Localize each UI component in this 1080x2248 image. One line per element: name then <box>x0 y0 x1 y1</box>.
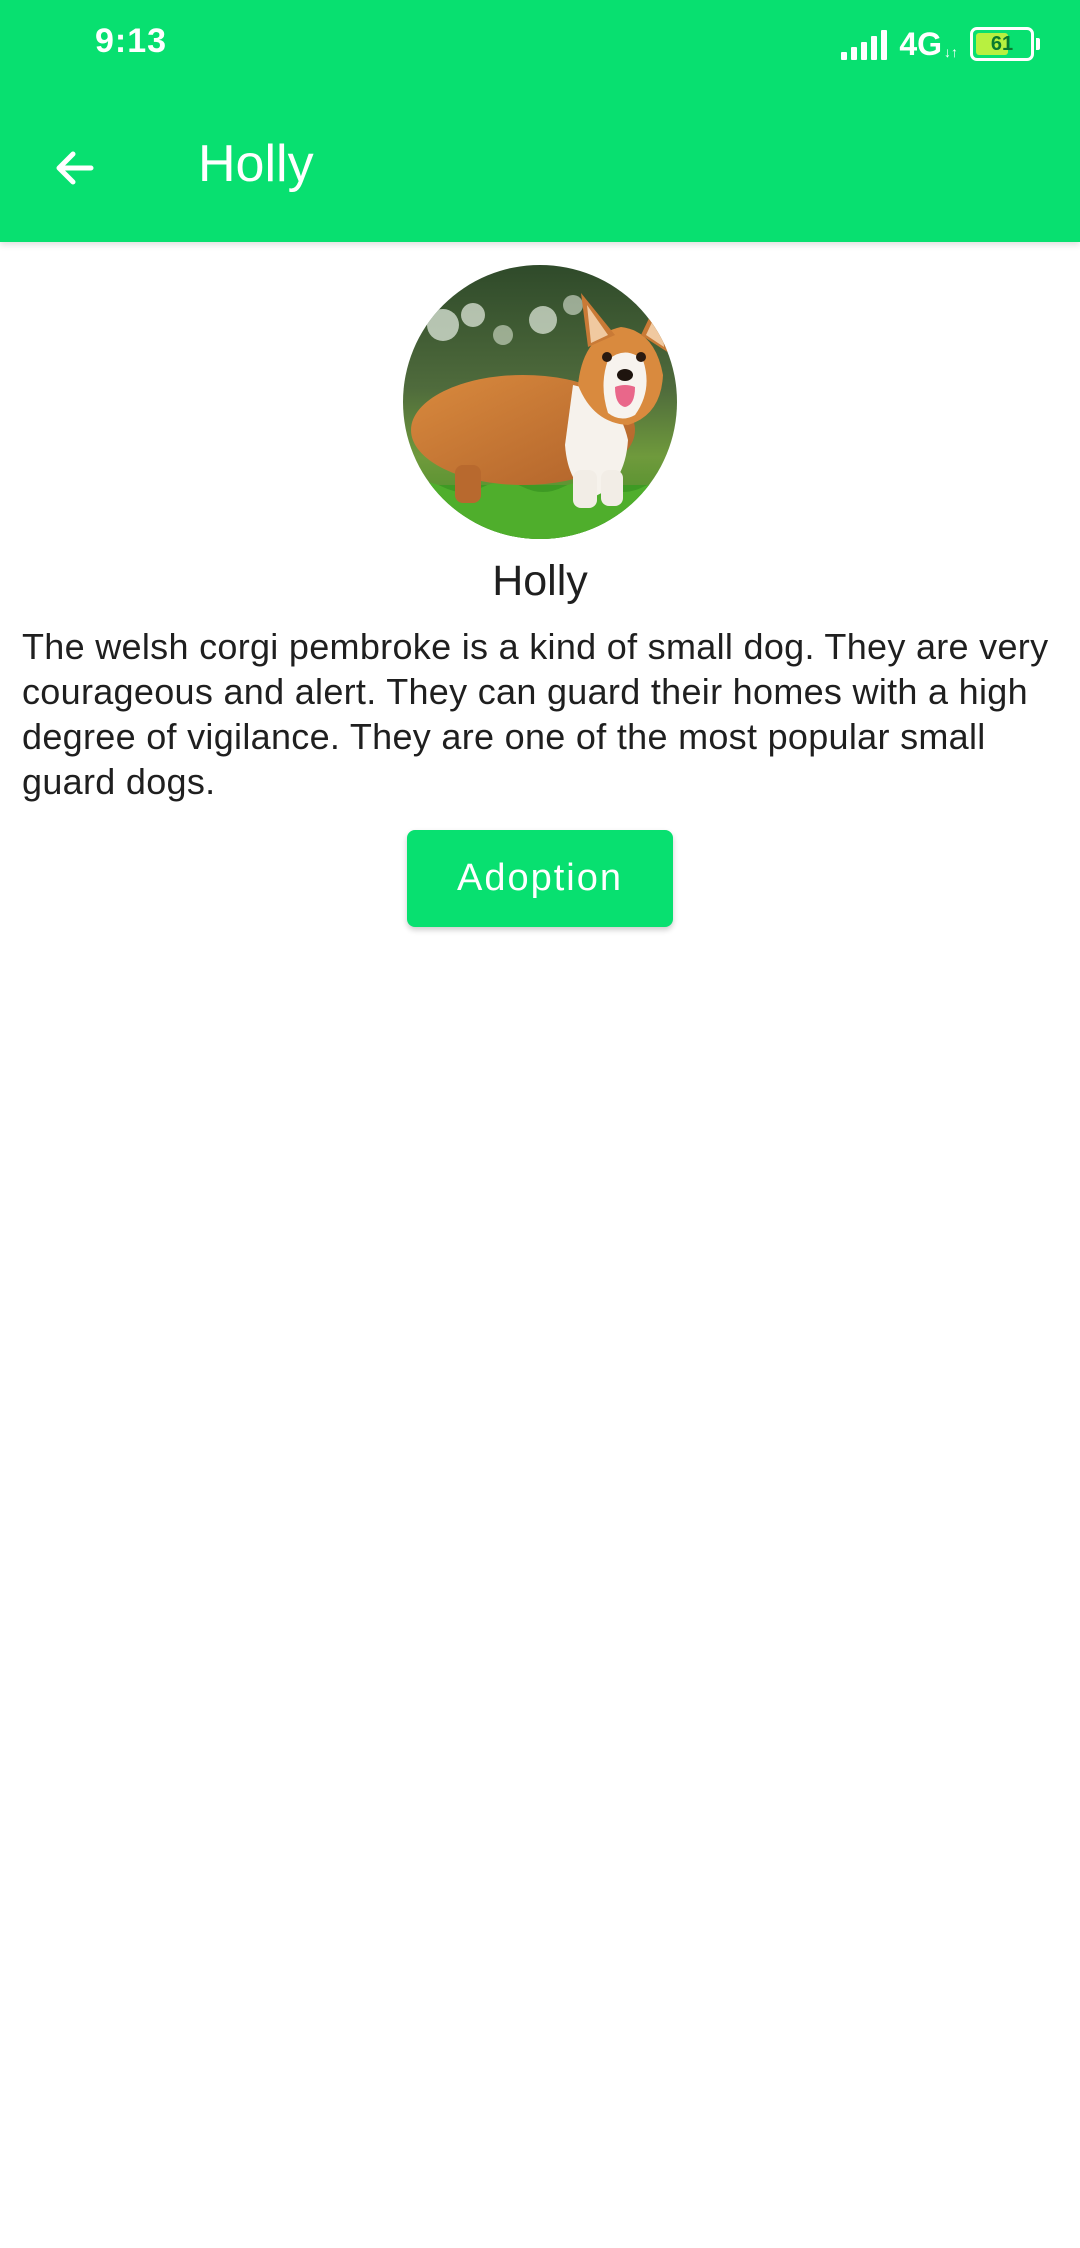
network-type: 4G <box>899 25 942 62</box>
arrow-back-icon <box>56 151 94 185</box>
adoption-button[interactable]: Adoption <box>407 830 673 927</box>
pet-description: The welsh corgi pembroke is a kind of sm… <box>22 626 1049 802</box>
network-activity-icon: ↓↑ <box>944 44 958 60</box>
pet-name: Holly <box>492 557 588 605</box>
app-bar: Holly <box>0 88 1080 242</box>
pet-detail-screen: 9:13 4G ↓↑ 61 Holly Holly The welsh corg… <box>0 0 1080 2248</box>
corgi-photo <box>403 265 677 539</box>
status-icons: 4G ↓↑ 61 <box>841 22 1040 66</box>
app-bar-title: Holly <box>198 135 314 193</box>
status-time: 9:13 <box>95 22 168 60</box>
back-button[interactable] <box>40 133 110 203</box>
top-bar: 9:13 4G ↓↑ 61 Holly <box>0 0 1080 242</box>
status-bar: 9:13 4G ↓↑ 61 <box>0 0 1080 88</box>
battery-icon: 61 <box>970 27 1034 61</box>
battery-level: 61 <box>990 32 1014 55</box>
signal-bars-icon <box>841 28 888 60</box>
pet-avatar <box>403 265 677 539</box>
battery-tip <box>1036 38 1040 50</box>
